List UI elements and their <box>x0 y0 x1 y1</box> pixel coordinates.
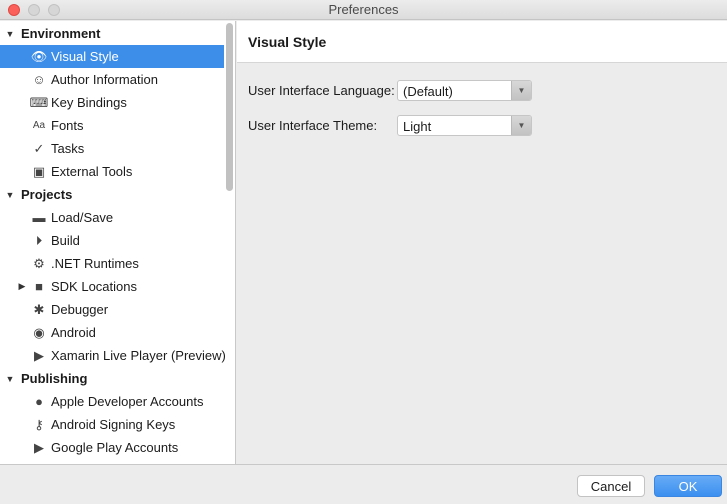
sidebar-item-debugger[interactable]: ✱ Debugger <box>0 298 224 321</box>
title-bar: Preferences <box>0 0 727 20</box>
sidebar-item-sdk-locations[interactable]: ▶ ■ SDK Locations <box>0 275 224 298</box>
cancel-button[interactable]: Cancel <box>577 475 645 497</box>
chevron-down-icon[interactable]: ▼ <box>511 116 531 135</box>
sidebar-item-label: Key Bindings <box>51 95 127 110</box>
play-icon: ▶ <box>34 347 44 363</box>
preferences-panel: Visual Style User Interface Language: (D… <box>237 21 727 464</box>
android-icon: ◉ <box>33 324 45 340</box>
folder-icon: ■ <box>35 279 43 294</box>
sidebar-item-android[interactable]: ◉ Android <box>0 321 224 344</box>
sidebar-item-label: Author Information <box>51 72 158 87</box>
sidebar-item-net-runtimes[interactable]: ⚙ .NET Runtimes <box>0 252 224 275</box>
apple-icon: ● <box>35 394 43 409</box>
sidebar-item-load-save[interactable]: ▬ Load/Save <box>0 206 224 229</box>
sidebar-item-label: Xamarin Live Player (Preview) <box>51 348 226 363</box>
theme-select-value: Light <box>403 119 432 134</box>
sidebar-item-key-bindings[interactable]: ⌨ Key Bindings <box>0 91 224 114</box>
sidebar-group-publishing[interactable]: ▼ Publishing <box>0 367 224 390</box>
sidebar-item-label: Apple Developer Accounts <box>51 394 204 409</box>
sidebar-item-label: Debugger <box>51 302 109 317</box>
sidebar-item-label: External Tools <box>51 164 133 179</box>
panel-header: Visual Style <box>237 21 727 63</box>
sidebar-item-label: Build <box>51 233 80 248</box>
sidebar-item-label: Google Play Accounts <box>51 440 179 455</box>
disclosure-expanded-icon[interactable]: ▼ <box>5 29 15 39</box>
sidebar-item-label: SDK Locations <box>51 279 137 294</box>
dialog-footer: Cancel OK <box>0 464 727 504</box>
theme-label: User Interface Theme: <box>248 118 378 133</box>
language-label: User Interface Language: <box>248 83 395 98</box>
sidebar-item-build[interactable]: ⏵ Build <box>0 229 224 252</box>
disclosure-expanded-icon[interactable]: ▼ <box>5 190 15 200</box>
sidebar-scrollbar[interactable] <box>226 23 233 191</box>
language-select[interactable]: (Default) ▼ <box>397 80 532 101</box>
sidebar-item-android-signing-keys[interactable]: ⚷ Android Signing Keys <box>0 413 224 436</box>
disclosure-collapsed-icon[interactable]: ▶ <box>17 281 27 292</box>
sidebar-item-google-play-accounts[interactable]: ▶ Google Play Accounts <box>0 436 224 459</box>
google-play-icon: ▶ <box>34 439 44 455</box>
disclosure-expanded-icon[interactable]: ▼ <box>5 374 15 384</box>
sidebar-item-label: .NET Runtimes <box>51 256 139 271</box>
sidebar-item-label: Projects <box>21 187 73 202</box>
sidebar-item-label: Publishing <box>21 371 88 386</box>
sidebar-item-external-tools[interactable]: ▣ External Tools <box>0 160 224 183</box>
sidebar-item-label: Fonts <box>51 118 84 133</box>
build-icon: ⏵ <box>35 232 43 248</box>
eye-icon: 👁 <box>30 48 48 64</box>
sidebar-item-visual-style[interactable]: 👁 Visual Style <box>0 45 224 68</box>
sidebar-item-label: Environment <box>21 26 101 41</box>
keyboard-icon: ⌨ <box>29 94 49 110</box>
bug-icon: ✱ <box>33 301 45 317</box>
terminal-icon: ▣ <box>32 163 46 179</box>
chevron-down-icon[interactable]: ▼ <box>511 81 531 100</box>
drive-icon: ▬ <box>32 210 46 225</box>
language-select-value: (Default) <box>403 84 453 99</box>
sidebar-group-environment[interactable]: ▼ Environment <box>0 22 224 45</box>
sidebar-item-fonts[interactable]: Aa Fonts <box>0 114 224 137</box>
ok-button[interactable]: OK <box>654 475 722 497</box>
sidebar-item-xamarin-live-player-preview[interactable]: ▶ Xamarin Live Player (Preview) <box>0 344 226 367</box>
window-title: Preferences <box>328 2 399 17</box>
sidebar-item-author-information[interactable]: ☺ Author Information <box>0 68 224 91</box>
sidebar-item-tasks[interactable]: ✓ Tasks <box>0 137 224 160</box>
sidebar-item-label: Load/Save <box>51 210 114 225</box>
smiley-icon: ☺ <box>32 72 46 87</box>
sidebar-item-label: Android <box>51 325 96 340</box>
sidebar-item-label: Android Signing Keys <box>51 417 176 432</box>
sidebar-item-label: Tasks <box>51 141 85 156</box>
key-icon: ⚷ <box>34 416 44 432</box>
sidebar-item-apple-developer-accounts[interactable]: ● Apple Developer Accounts <box>0 390 224 413</box>
sidebar-item-label: Visual Style <box>51 49 119 64</box>
theme-select[interactable]: Light ▼ <box>397 115 532 136</box>
font-icon: Aa <box>32 120 46 131</box>
checkmark-icon: ✓ <box>33 140 45 156</box>
panel-title: Visual Style <box>248 34 327 50</box>
sidebar-group-projects[interactable]: ▼ Projects <box>0 183 224 206</box>
preferences-sidebar: ▼ Environment 👁 Visual Style ☺ Author Informa… <box>0 21 236 464</box>
gear-icon: ⚙ <box>33 255 45 271</box>
